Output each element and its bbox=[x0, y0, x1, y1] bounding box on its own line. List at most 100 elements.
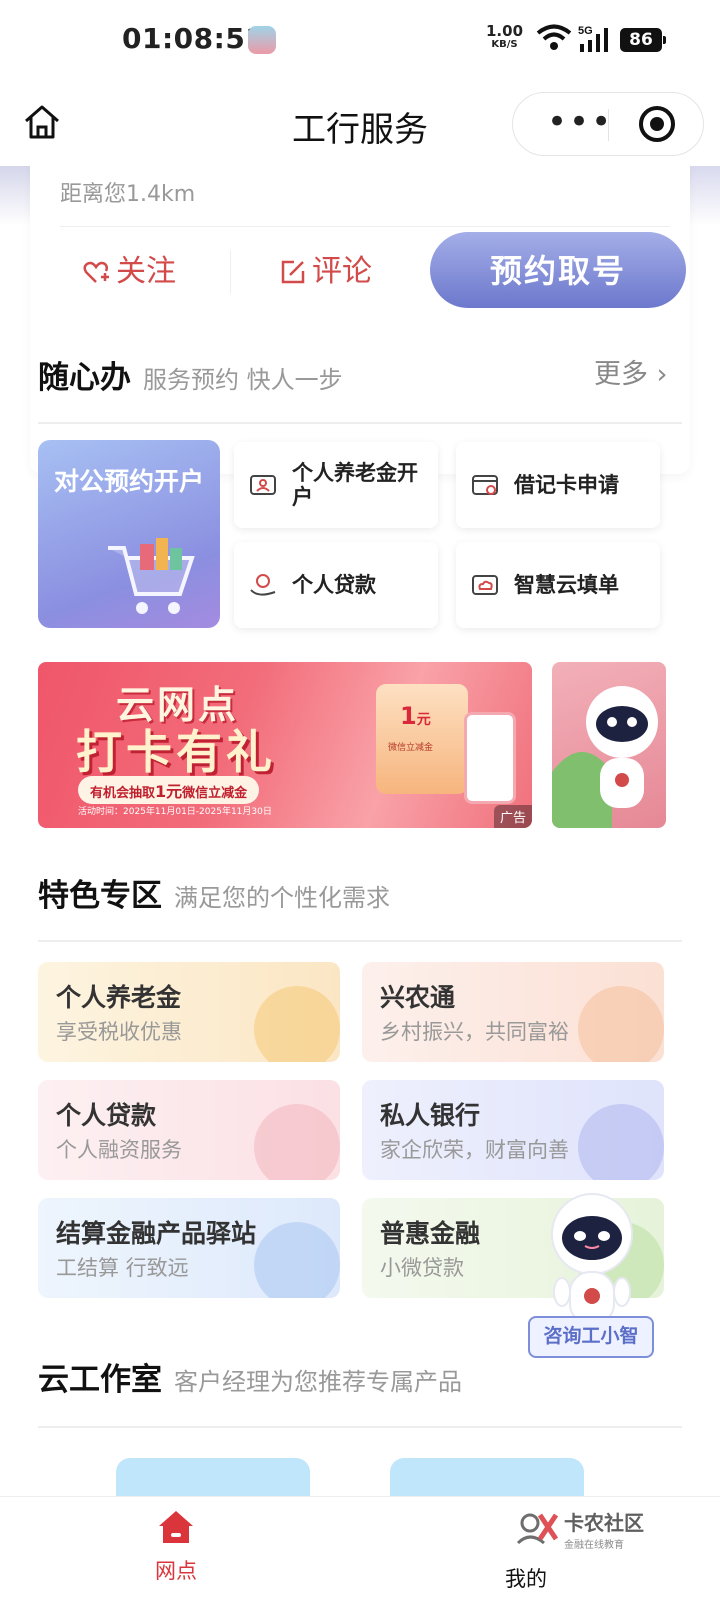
status-bar: 01:08:51 1.00 KB/S 5G 86 bbox=[0, 0, 720, 80]
feature-title: 私人银行 bbox=[380, 1101, 481, 1130]
branch-distance: 距离您1.4km bbox=[60, 182, 196, 207]
action-divider bbox=[230, 250, 231, 294]
card-clock-icon bbox=[472, 475, 498, 495]
checkin-promo-banner[interactable]: 云网点 打卡有礼 有机会抽取1元微信立减金 活动时间：2025年11月01日-2… bbox=[38, 662, 532, 828]
tab-branch[interactable]: 网点 bbox=[116, 1507, 236, 1585]
watermark-logo: 卡农社区 金融在线教育 bbox=[516, 1507, 644, 1551]
phone-illustration bbox=[464, 712, 516, 804]
feature-subtitle: 工结算 行致远 bbox=[56, 1256, 189, 1280]
feature-title: 兴农通 bbox=[380, 983, 456, 1012]
wheat-icon bbox=[578, 986, 664, 1062]
next-banner-preview[interactable] bbox=[552, 662, 666, 828]
coupon-amount: 1元 bbox=[400, 702, 431, 730]
featured-title: 特色专区 bbox=[38, 878, 162, 914]
card-icon bbox=[254, 1222, 340, 1298]
hand-coin-icon bbox=[250, 574, 276, 596]
bank-building-icon bbox=[578, 1104, 664, 1180]
id-card-icon bbox=[250, 475, 276, 495]
branch-info-card: 距离您1.4km 关注 评论 预约取号 bbox=[30, 166, 690, 474]
quick-service-subtitle: 服务预约 快人一步 bbox=[143, 366, 343, 394]
ad-tag: 广告 bbox=[493, 805, 532, 828]
featured-header: 特色专区 满足您的个性化需求 bbox=[38, 870, 390, 915]
watermark-name: 卡农社区 bbox=[564, 1511, 644, 1535]
corporate-account-tile[interactable]: 对公预约开户 bbox=[38, 440, 220, 628]
more-options-icon[interactable]: ••• bbox=[547, 105, 613, 139]
miniapp-capsule: ••• bbox=[512, 92, 704, 156]
watermark-tagline: 金融在线教育 bbox=[564, 1540, 624, 1551]
battery-level: 86 bbox=[620, 28, 666, 52]
robot-mascot-icon bbox=[552, 686, 658, 828]
comment-button[interactable]: 评论 bbox=[280, 242, 372, 302]
studio-title: 云工作室 bbox=[38, 1362, 162, 1398]
personal-loan-label: 个人贷款 bbox=[292, 573, 376, 597]
feature-personal-loan[interactable]: 个人贷款 个人融资服务 bbox=[38, 1080, 340, 1180]
studio-subtitle: 客户经理为您推荐专属产品 bbox=[174, 1368, 462, 1396]
quick-service-title: 随心办 bbox=[38, 360, 131, 396]
smart-form-tile[interactable]: 智慧云填单 bbox=[456, 542, 660, 628]
shopping-cart-icon bbox=[108, 538, 195, 614]
nav-bar: 工行服务 ••• bbox=[0, 80, 720, 166]
home-filled-icon bbox=[159, 1511, 193, 1543]
feature-subtitle: 家企欣荣，财富向善 bbox=[380, 1138, 569, 1162]
feature-private-bank[interactable]: 私人银行 家企欣荣，财富向善 bbox=[362, 1080, 664, 1180]
feature-rural[interactable]: 兴农通 乡村振兴，共同富裕 bbox=[362, 962, 664, 1062]
more-link[interactable]: 更多 › bbox=[594, 352, 667, 391]
follow-button[interactable]: 关注 bbox=[82, 242, 176, 302]
smart-form-label: 智慧云填单 bbox=[514, 573, 619, 597]
banner-line2: 打卡有礼 bbox=[76, 725, 276, 779]
watermark-icon bbox=[516, 1513, 559, 1545]
wifi-icon bbox=[536, 24, 572, 50]
close-miniapp-icon[interactable] bbox=[639, 106, 675, 142]
coin-bag-icon bbox=[254, 986, 340, 1062]
network-speed: 1.00 KB/S bbox=[486, 22, 524, 51]
consult-assistant-button[interactable]: 咨询工小智 bbox=[528, 1316, 654, 1358]
tab-branch-label: 网点 bbox=[155, 1559, 197, 1583]
studio-card[interactable] bbox=[116, 1458, 310, 1496]
reserve-number-button[interactable]: 预约取号 bbox=[430, 232, 686, 308]
network-type: 5G bbox=[578, 25, 593, 37]
debit-card-tile[interactable]: 借记卡申请 bbox=[456, 442, 660, 528]
signal-icon: 5G bbox=[578, 25, 608, 52]
featured-subtitle: 满足您的个性化需求 bbox=[174, 884, 390, 912]
notification-app-icon bbox=[248, 26, 276, 54]
pension-account-tile[interactable]: 个人养老金开户 bbox=[234, 442, 438, 528]
follow-label: 关注 bbox=[116, 254, 176, 289]
quick-service-header: 随心办 服务预约 快人一步 bbox=[38, 352, 343, 397]
feature-subtitle: 个人融资服务 bbox=[56, 1138, 182, 1162]
feature-pension[interactable]: 个人养老金 享受税收优惠 bbox=[38, 962, 340, 1062]
banner-period: 活动时间：2025年11月01日-2025年11月30日 bbox=[78, 807, 272, 817]
main-content[interactable]: 距离您1.4km 关注 评论 预约取号 随心办 服务预约 快人一步 更多 › 对… bbox=[0, 166, 720, 1496]
money-bag-icon bbox=[254, 1104, 340, 1180]
pension-account-label: 个人养老金开户 bbox=[292, 461, 418, 509]
studio-card[interactable] bbox=[390, 1458, 584, 1496]
section-divider bbox=[38, 940, 682, 942]
feature-title: 结算金融产品驿站 bbox=[56, 1219, 257, 1248]
comment-label: 评论 bbox=[312, 254, 372, 289]
coupon-image bbox=[376, 684, 468, 794]
bottom-tab-bar: 网点 我的 卡农社区 金融在线教育 bbox=[0, 1496, 720, 1609]
feature-title: 普惠金融 bbox=[380, 1219, 481, 1248]
coupon-label: 微信立减金 bbox=[388, 743, 434, 753]
tab-mine-label: 我的 bbox=[505, 1567, 547, 1591]
studio-header: 云工作室 客户经理为您推荐专属产品 bbox=[38, 1354, 462, 1399]
feature-subtitle: 小微贷款 bbox=[380, 1256, 464, 1280]
corporate-account-label: 对公预约开户 bbox=[54, 467, 205, 496]
capsule-divider bbox=[608, 109, 609, 141]
tab-mine[interactable]: 我的 bbox=[466, 1559, 586, 1593]
section-divider bbox=[38, 422, 682, 424]
more-label: 更多 bbox=[594, 359, 648, 390]
cloud-form-icon bbox=[472, 575, 498, 595]
debit-card-label: 借记卡申请 bbox=[514, 473, 619, 497]
status-time: 01:08:51 bbox=[122, 22, 266, 55]
feature-settlement[interactable]: 结算金融产品驿站 工结算 行致远 bbox=[38, 1198, 340, 1298]
feature-title: 个人贷款 bbox=[56, 1101, 157, 1130]
section-divider bbox=[38, 1426, 682, 1428]
personal-loan-tile[interactable]: 个人贷款 bbox=[234, 542, 438, 628]
feature-subtitle: 享受税收优惠 bbox=[56, 1020, 182, 1044]
divider bbox=[60, 226, 670, 227]
edit-icon bbox=[281, 260, 305, 284]
banner-offer: 有机会抽取1元微信立减金 bbox=[78, 776, 260, 804]
feature-subtitle: 乡村振兴，共同富裕 bbox=[380, 1020, 569, 1044]
chevron-right-icon: › bbox=[656, 359, 668, 390]
heart-plus-icon bbox=[83, 261, 109, 283]
